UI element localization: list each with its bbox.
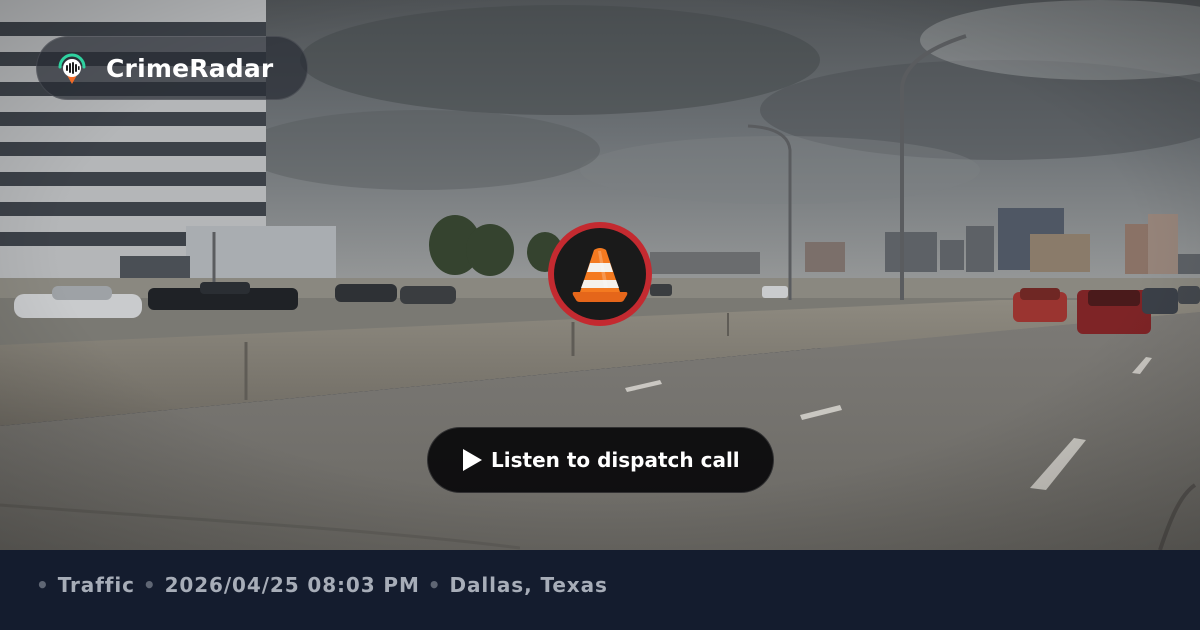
- meta-separator: •: [142, 573, 157, 597]
- badge-inner: [554, 228, 646, 320]
- radar-pin-icon: [58, 53, 86, 84]
- play-icon: [463, 449, 482, 471]
- listen-button-label: Listen to dispatch call: [491, 448, 740, 472]
- traffic-cone-icon: [572, 248, 628, 302]
- incident-category-badge: [548, 222, 652, 326]
- incident-category: Traffic: [57, 573, 135, 597]
- incident-meta-line: • Traffic • 2026/04/25 08:03 PM • Dallas, Tex…: [36, 572, 616, 598]
- incident-location: Dallas, Texas: [449, 573, 608, 597]
- incident-meta-bar: • Traffic • 2026/04/25 08:03 PM • Dallas, Tex…: [0, 550, 1200, 630]
- incident-datetime: 2026/04/25 08:03 PM: [164, 573, 420, 597]
- incident-share-card: CrimeRadar Listen to dispatch call • Traf…: [0, 0, 1200, 630]
- brand-name: CrimeRadar: [106, 54, 274, 83]
- listen-dispatch-call-button[interactable]: Listen to dispatch call: [427, 427, 774, 493]
- meta-separator: •: [36, 573, 50, 597]
- meta-separator: •: [427, 573, 442, 597]
- brand-pill[interactable]: CrimeRadar: [36, 36, 308, 100]
